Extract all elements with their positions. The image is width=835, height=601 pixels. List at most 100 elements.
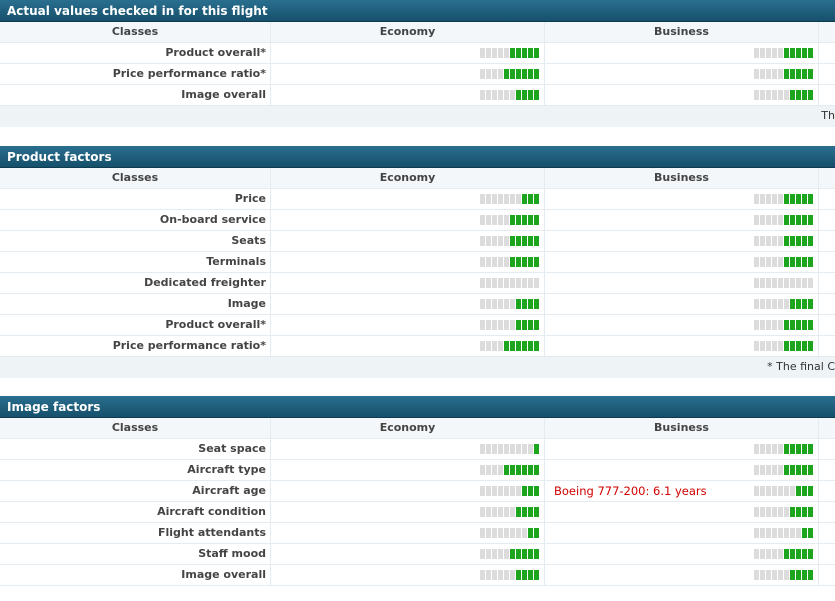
rating-segment — [754, 69, 759, 79]
rating-segment — [754, 299, 759, 309]
rating-segment — [492, 299, 497, 309]
rating-meter — [480, 486, 539, 496]
rating-segment — [754, 320, 759, 330]
rating-segment — [772, 528, 777, 538]
rating-meter — [480, 215, 539, 225]
rating-segment — [778, 299, 783, 309]
rating-segment — [766, 236, 771, 246]
rating-segment — [802, 549, 807, 559]
rating-segment — [790, 465, 795, 475]
rating-meter — [480, 90, 539, 100]
rating-segment — [498, 341, 503, 351]
rating-segment — [808, 236, 813, 246]
column-header-economy: Economy — [271, 418, 545, 438]
column-header-business: Business — [545, 418, 819, 438]
rating-segment — [504, 444, 509, 454]
rating-segment — [760, 486, 765, 496]
rating-segment — [510, 486, 515, 496]
rating-segment — [480, 444, 485, 454]
rating-segment — [528, 320, 533, 330]
rating-segment — [796, 69, 801, 79]
rating-meter — [754, 570, 813, 580]
rating-segment — [522, 48, 527, 58]
rating-segment — [492, 320, 497, 330]
rating-segment — [510, 549, 515, 559]
rating-segment — [498, 90, 503, 100]
rating-segment — [796, 528, 801, 538]
rating-segment — [510, 236, 515, 246]
rating-segment — [522, 465, 527, 475]
rating-segment — [778, 570, 783, 580]
rating-segment — [772, 320, 777, 330]
rating-segment — [486, 549, 491, 559]
economy-cell — [271, 336, 545, 356]
rating-segment — [760, 299, 765, 309]
rating-segment — [754, 90, 759, 100]
business-cell — [545, 210, 819, 230]
business-cell — [545, 502, 819, 522]
overflow-column — [819, 460, 835, 480]
business-cell — [545, 336, 819, 356]
overflow-column — [819, 502, 835, 522]
table-header-row: Classes Economy Business — [0, 418, 835, 439]
overflow-column — [819, 273, 835, 293]
rating-segment — [808, 278, 813, 288]
rating-meter — [480, 528, 539, 538]
rating-segment — [784, 236, 789, 246]
rating-segment — [778, 194, 783, 204]
rating-segment — [510, 507, 515, 517]
rating-segment — [498, 320, 503, 330]
row-label: Aircraft condition — [0, 502, 271, 522]
section-2: Image factors Classes Economy Business Seat … — [0, 396, 835, 586]
rating-segment — [534, 528, 539, 538]
rating-segment — [802, 69, 807, 79]
rating-segment — [528, 444, 533, 454]
rating-segment — [504, 215, 509, 225]
rating-segment — [784, 320, 789, 330]
rating-segment — [534, 278, 539, 288]
rating-segment — [510, 341, 515, 351]
rating-segment — [498, 465, 503, 475]
rating-segment — [778, 69, 783, 79]
rating-segment — [760, 507, 765, 517]
table-footer: Th — [0, 106, 835, 127]
rating-segment — [486, 465, 491, 475]
rating-segment — [480, 194, 485, 204]
rating-segment — [528, 486, 533, 496]
rating-segment — [808, 299, 813, 309]
overflow-column — [819, 85, 835, 105]
rating-segment — [522, 341, 527, 351]
rating-segment — [492, 48, 497, 58]
rating-segment — [522, 215, 527, 225]
rating-meter — [480, 341, 539, 351]
overflow-column — [819, 439, 835, 459]
rating-segment — [516, 69, 521, 79]
rating-segment — [534, 507, 539, 517]
row-label: Staff mood — [0, 544, 271, 564]
rating-segment — [778, 341, 783, 351]
rating-segment — [784, 465, 789, 475]
rating-segment — [492, 570, 497, 580]
rating-segment — [522, 257, 527, 267]
rating-segment — [766, 194, 771, 204]
rating-segment — [754, 528, 759, 538]
rating-segment — [528, 465, 533, 475]
rating-segment — [802, 90, 807, 100]
rating-segment — [754, 341, 759, 351]
rating-segment — [498, 299, 503, 309]
business-cell — [545, 64, 819, 84]
rating-segment — [486, 194, 491, 204]
rating-segment — [534, 320, 539, 330]
rating-segment — [504, 299, 509, 309]
rating-segment — [808, 320, 813, 330]
economy-cell — [271, 439, 545, 459]
rating-segment — [534, 549, 539, 559]
rating-segment — [754, 278, 759, 288]
economy-cell — [271, 64, 545, 84]
rating-segment — [772, 299, 777, 309]
rating-segment — [522, 194, 527, 204]
table-row: Seat space — [0, 439, 835, 460]
rating-segment — [772, 90, 777, 100]
economy-cell — [271, 481, 545, 501]
rating-segment — [480, 549, 485, 559]
